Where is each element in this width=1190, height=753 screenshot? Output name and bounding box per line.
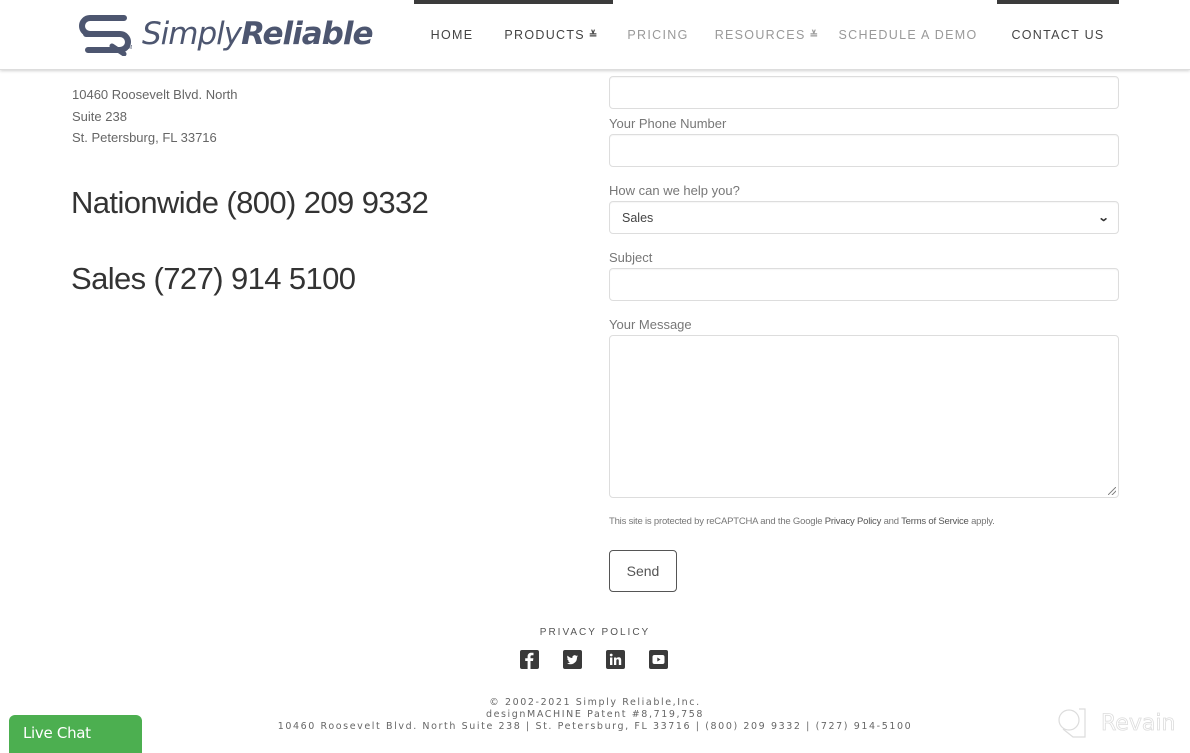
nav-item-resources[interactable]: RESOURCES ≚ (703, 0, 831, 70)
message-label: Your Message (609, 317, 692, 332)
nav-label: SCHEDULE A DEMO (838, 28, 978, 42)
nav-item-home[interactable]: HOME (414, 0, 490, 70)
double-chevron-down-icon: ≚ (809, 29, 820, 41)
logo[interactable]: TM SimplyReliable (76, 12, 374, 56)
nav-item-schedule-demo[interactable]: SCHEDULE A DEMO (831, 0, 985, 70)
address-line: 10460 Roosevelt Blvd. North (72, 87, 238, 102)
help-select-value: Sales (622, 210, 654, 225)
address-line: Suite 238 (72, 108, 127, 124)
recaptcha-text: This site is protected by reCAPTCHA and … (609, 516, 825, 527)
revain-logo-icon (1058, 708, 1086, 738)
trademark: TM (125, 45, 133, 51)
twitter-icon[interactable] (563, 650, 582, 669)
youtube-icon[interactable] (649, 650, 668, 669)
send-button[interactable]: Send (609, 550, 677, 592)
live-chat-button[interactable]: Live Chat (9, 715, 142, 753)
email-field[interactable] (609, 76, 1119, 109)
nationwide-phone[interactable]: Nationwide (800) 209 9332 (71, 185, 429, 221)
logo-text-regular: Simply (142, 16, 242, 52)
nav-active-bar (997, 0, 1119, 4)
nav-item-contact-us[interactable]: CONTACT US (997, 0, 1119, 70)
help-label: How can we help you? (609, 183, 740, 198)
nav-label: CONTACT US (1011, 28, 1105, 42)
chevron-down-icon: ⌄ (1097, 212, 1110, 224)
linkedin-icon[interactable] (606, 650, 625, 669)
google-terms-link[interactable]: Terms of Service (901, 516, 969, 527)
footer-address: 10460 Roosevelt Blvd. North Suite 238 | … (277, 721, 913, 732)
message-textarea[interactable] (609, 335, 1119, 498)
double-chevron-down-icon: ≚ (588, 29, 599, 41)
nav-active-bar (414, 0, 490, 4)
subject-field[interactable] (609, 268, 1119, 301)
google-privacy-link[interactable]: Privacy Policy (825, 516, 882, 527)
copyright-text: © 2002-2021 Simply Reliable,Inc. (489, 697, 701, 708)
recaptcha-notice: This site is protected by reCAPTCHA and … (609, 516, 995, 527)
nav-item-pricing[interactable]: PRICING (613, 0, 703, 70)
nav-label: HOME (430, 28, 474, 42)
subject-label: Subject (609, 250, 653, 265)
main-nav: HOME PRODUCTS ≚ PRICING RESOURCES ≚ SCHE… (414, 0, 1119, 70)
revain-text: Revain (1101, 710, 1176, 736)
nav-label: PRODUCTS (504, 28, 585, 42)
office-address: 10460 Roosevelt Blvd. North Suite 238 St… (72, 84, 237, 149)
recaptcha-text: and (881, 516, 902, 527)
revain-watermark: Revain (1055, 707, 1176, 739)
phone-field[interactable] (609, 134, 1119, 167)
privacy-policy-link[interactable]: PRIVACY POLICY (0, 627, 1190, 638)
nav-label: RESOURCES (714, 28, 806, 42)
logo-text-bold: Reliable (241, 16, 373, 52)
social-links (520, 650, 668, 669)
help-select[interactable]: Sales ⌄ (609, 201, 1119, 234)
logo-text: SimplyReliable (142, 16, 374, 52)
recaptcha-text: apply. (968, 516, 995, 527)
phone-label: Your Phone Number (609, 116, 727, 131)
resize-handle-icon[interactable] (1108, 487, 1116, 495)
nav-item-products[interactable]: PRODUCTS ≚ (490, 0, 613, 70)
footer-legal: © 2002-2021 Simply Reliable,Inc. designM… (0, 697, 1190, 733)
site-header: TM SimplyReliable HOME PRODUCTS ≚ PRICIN… (0, 0, 1190, 70)
facebook-icon[interactable] (520, 650, 539, 669)
address-line: St. Petersburg, FL 33716 (72, 130, 217, 145)
patent-text: designMACHINE Patent #8,719,758 (485, 709, 705, 720)
nav-label: PRICING (627, 28, 689, 42)
nav-active-bar (490, 0, 613, 4)
sales-phone[interactable]: Sales (727) 914 5100 (71, 261, 356, 297)
